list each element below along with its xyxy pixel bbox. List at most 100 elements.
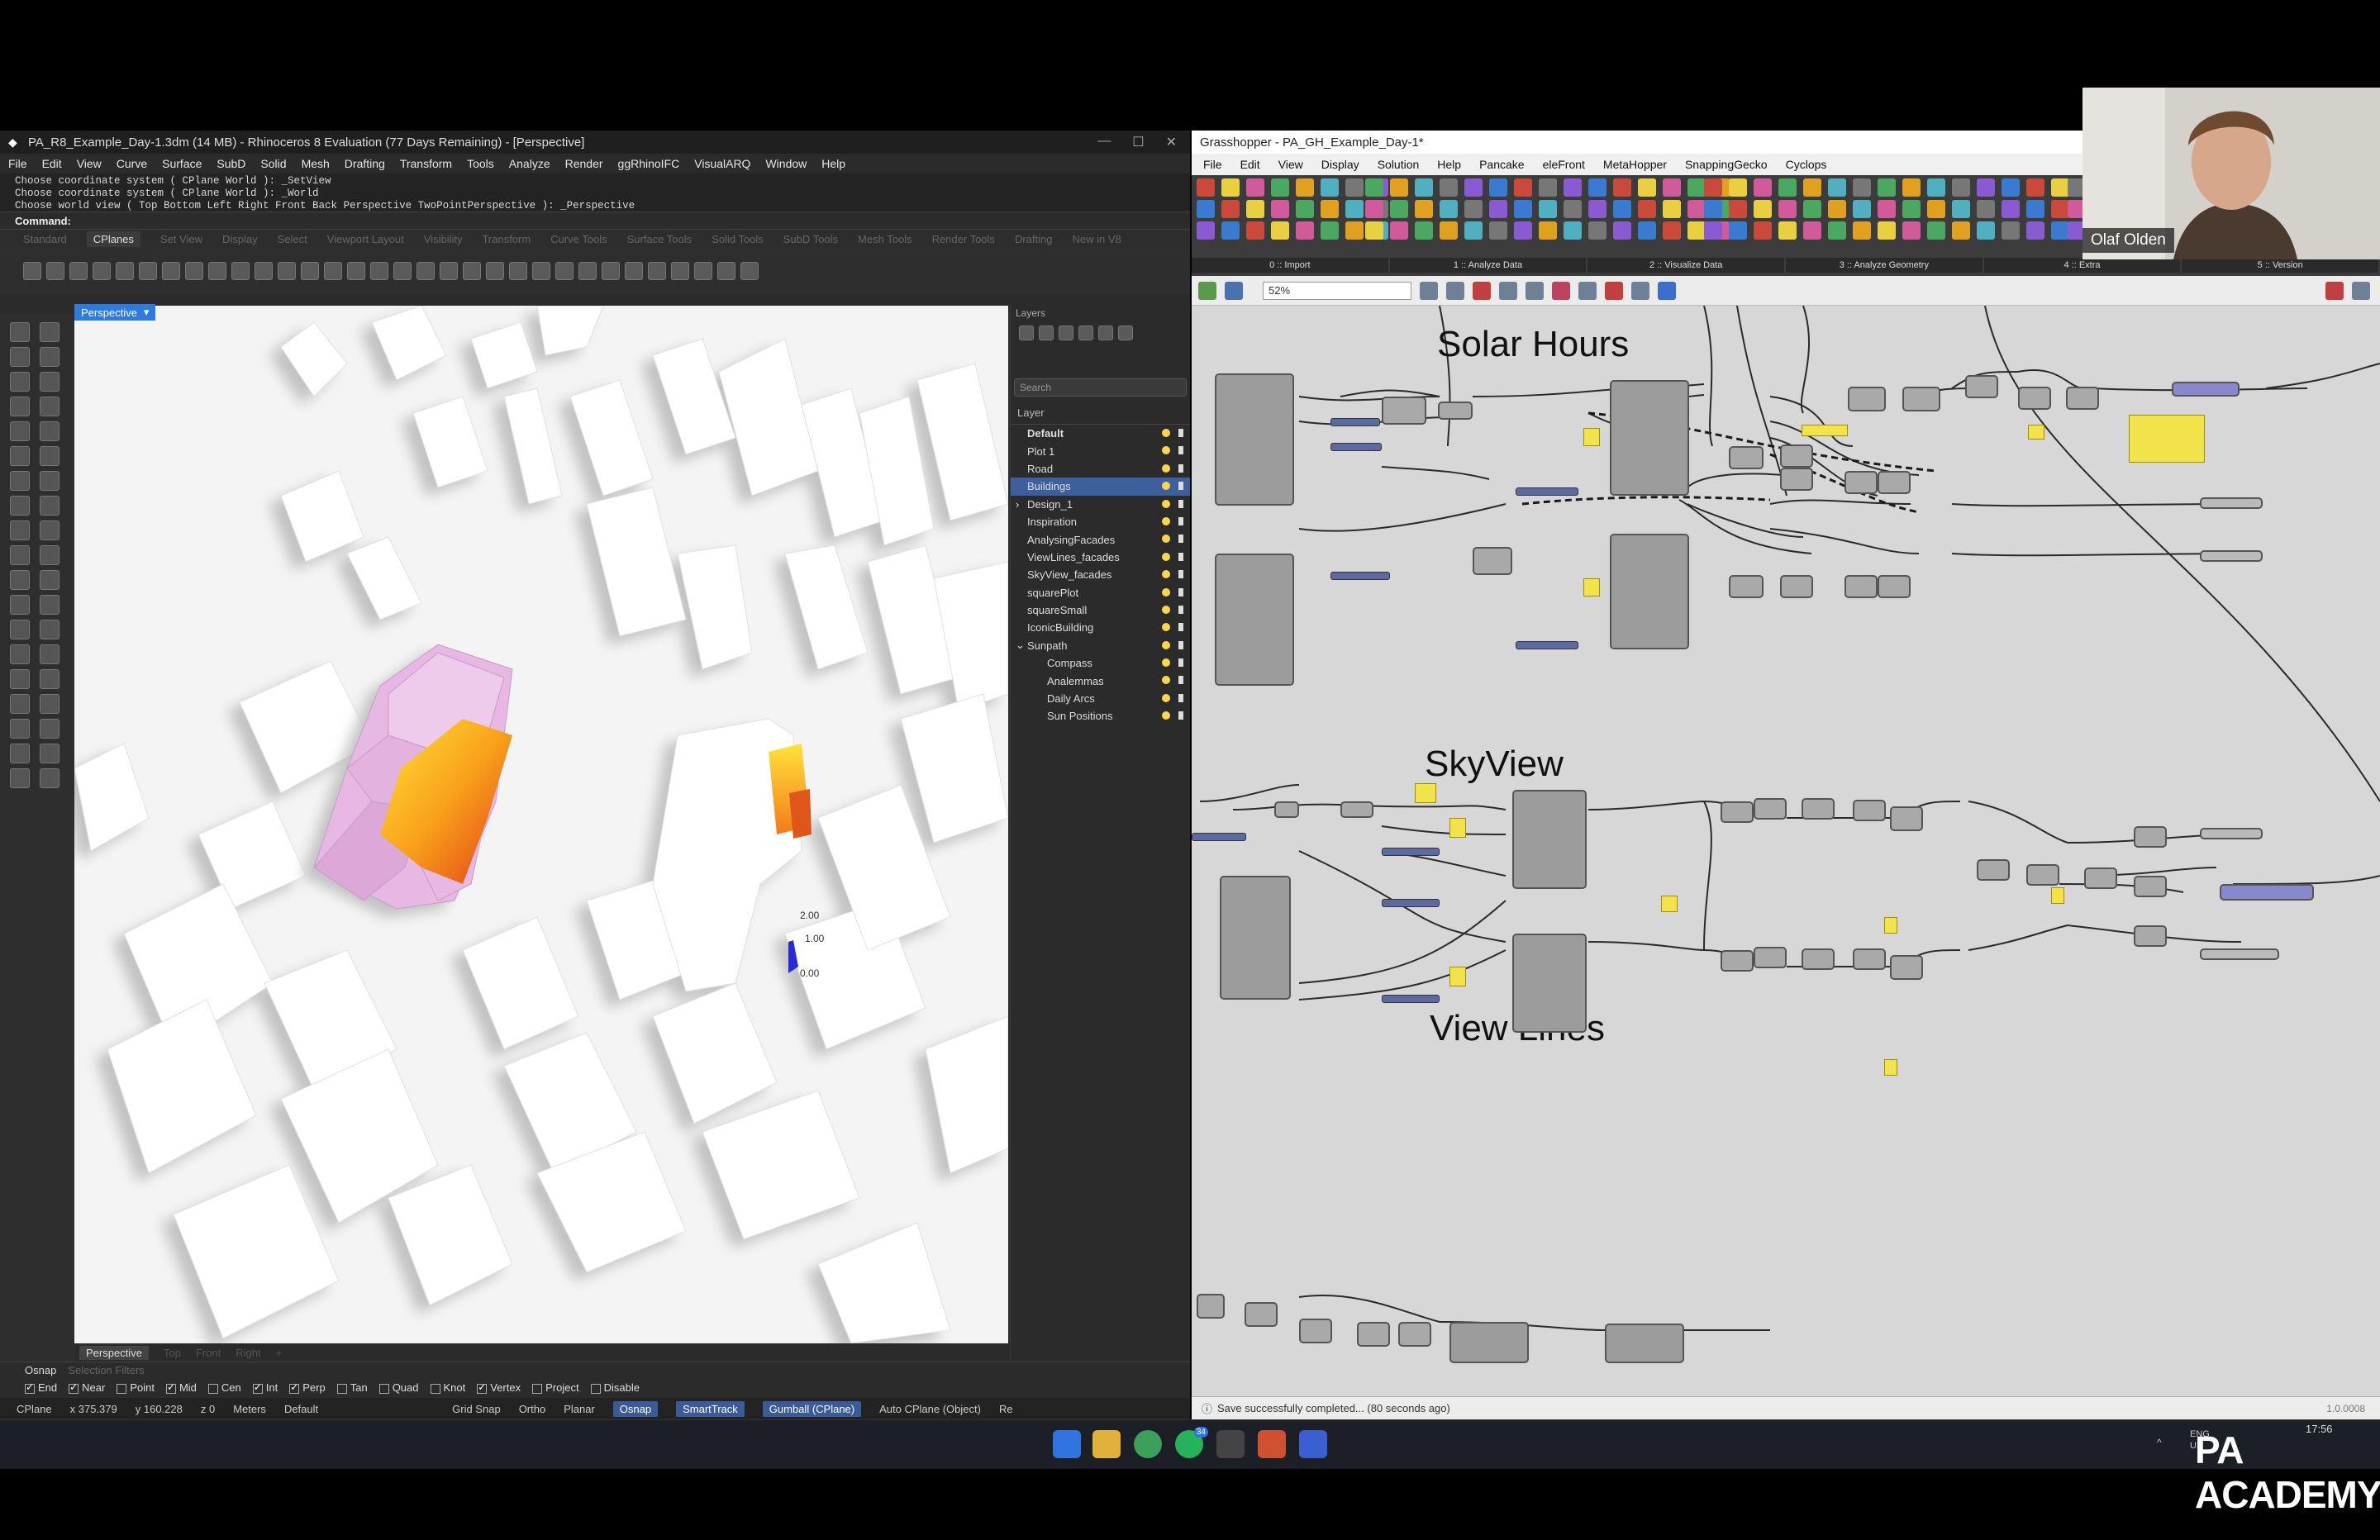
gh-component[interactable]	[1245, 1302, 1278, 1327]
toolbar-tool-icon[interactable]	[463, 262, 481, 280]
gh-component-location[interactable]	[1215, 554, 1294, 686]
gh-component[interactable]	[1398, 1322, 1431, 1347]
tab-solid-tools[interactable]: Solid Tools	[712, 233, 764, 245]
gh-menu-elefront[interactable]: eleFront	[1543, 158, 1585, 171]
tool-icon[interactable]	[40, 372, 60, 392]
tab-transform[interactable]: Transform	[482, 233, 531, 245]
osnap-quad[interactable]: Quad	[378, 1381, 419, 1394]
gh-panel-output[interactable]	[2220, 884, 2314, 901]
component-icon[interactable]	[1415, 178, 1433, 197]
tool-icon[interactable]	[40, 496, 60, 516]
gh-component-direct-sun-hours[interactable]	[1610, 380, 1689, 496]
tool-icon[interactable]	[10, 644, 30, 664]
chevron-down-icon[interactable]: ▾	[144, 306, 150, 319]
component-icon[interactable]	[1221, 200, 1240, 218]
gh-component[interactable]	[1890, 806, 1923, 831]
layer-row[interactable]: Buildings	[1011, 478, 1190, 496]
component-icon[interactable]	[1927, 221, 1945, 240]
gh-panel-output[interactable]	[2200, 948, 2279, 960]
toolbar-tool-icon[interactable]	[23, 262, 41, 280]
component-icon[interactable]	[1345, 200, 1364, 218]
component-icon[interactable]	[1489, 221, 1507, 240]
component-icon[interactable]	[1221, 178, 1240, 197]
component-icon[interactable]	[1754, 178, 1772, 197]
component-icon[interactable]	[1729, 178, 1747, 197]
gh-component[interactable]	[1299, 1319, 1332, 1343]
gh-component[interactable]	[1729, 575, 1764, 598]
gh-panel-output[interactable]	[2172, 382, 2240, 397]
ribbon-group-label[interactable]: 0 :: Import	[1192, 258, 1390, 273]
tool-icon[interactable]	[10, 669, 30, 689]
osnap-tab[interactable]: Selection Filters	[68, 1364, 144, 1376]
layer-row[interactable]: squareSmall	[1011, 601, 1190, 619]
gh-number-slider[interactable]	[1330, 572, 1390, 580]
component-icon[interactable]	[2051, 221, 2069, 240]
gh-canvas[interactable]: Solar Hours SkyView View Lines	[1192, 306, 2380, 1396]
menu-item-view[interactable]: View	[77, 157, 102, 170]
visibility-bulb-icon[interactable]	[1162, 676, 1170, 685]
component-icon[interactable]	[2002, 221, 2020, 240]
toolbar-tool-icon[interactable]	[648, 262, 666, 280]
layer-row[interactable]: › Design_1	[1011, 496, 1190, 513]
component-icon[interactable]	[1729, 221, 1747, 240]
lock-icon[interactable]	[1178, 587, 1183, 597]
osnap-mid[interactable]: Mid	[165, 1381, 197, 1394]
cplane-label[interactable]: CPlane	[17, 1403, 52, 1415]
osnap-toggle[interactable]: Osnap	[612, 1400, 659, 1417]
gh-component[interactable]	[1754, 947, 1787, 968]
disable-icon[interactable]	[1605, 281, 1623, 300]
gh-menu-file[interactable]: File	[1203, 158, 1222, 171]
current-layer[interactable]: Default	[284, 1403, 318, 1415]
toolbar-tool-icon[interactable]	[139, 262, 157, 280]
menu-item-subd[interactable]: SubD	[217, 157, 245, 170]
toolbar-tool-icon[interactable]	[185, 262, 203, 280]
component-icon[interactable]	[1588, 221, 1606, 240]
component-icon[interactable]	[1952, 221, 1970, 240]
component-icon[interactable]	[2002, 200, 2020, 218]
tool-icon[interactable]	[10, 372, 30, 392]
component-icon[interactable]	[1321, 200, 1339, 218]
component-icon[interactable]	[1564, 178, 1582, 197]
osnap-near[interactable]: Near	[69, 1381, 105, 1394]
tool-icon[interactable]	[40, 719, 60, 739]
lock-icon[interactable]	[1178, 693, 1183, 702]
component-icon[interactable]	[1754, 200, 1772, 218]
tool-icon[interactable]	[10, 520, 30, 540]
gh-component[interactable]	[2134, 876, 2167, 897]
menu-item-analyze[interactable]: Analyze	[509, 157, 550, 170]
layer-row[interactable]: SkyView_facades	[1011, 566, 1190, 583]
tool-icon[interactable]	[40, 744, 60, 763]
component-icon[interactable]	[1415, 221, 1433, 240]
menu-item-edit[interactable]: Edit	[42, 157, 62, 170]
component-icon[interactable]	[1687, 221, 1706, 240]
gh-component[interactable]	[1197, 1294, 1225, 1319]
save-file-icon[interactable]	[1225, 281, 1243, 300]
gh-number-slider[interactable]	[1382, 995, 1440, 1003]
component-icon[interactable]	[1853, 221, 1871, 240]
viewport-tab[interactable]: Perspective ▾	[74, 304, 156, 321]
checkbox[interactable]	[378, 1383, 389, 1394]
tool-icon[interactable]	[40, 644, 60, 664]
component-icon[interactable]	[1663, 178, 1681, 197]
tray-up-icon[interactable]: ^	[2157, 1437, 2162, 1448]
menu-item-window[interactable]: Window	[765, 157, 807, 170]
component-icon[interactable]	[1878, 221, 1896, 240]
rhino-taskbar-icon[interactable]	[1216, 1430, 1245, 1458]
toolbar-tool-icon[interactable]	[509, 262, 527, 280]
component-icon[interactable]	[1729, 200, 1747, 218]
layer-row[interactable]: Road	[1011, 460, 1190, 478]
close-icon[interactable]: ✕	[1166, 134, 1177, 150]
component-icon[interactable]	[1564, 200, 1582, 218]
viewport-tab-top[interactable]: Top	[164, 1347, 181, 1359]
toolbar-tool-icon[interactable]	[347, 262, 365, 280]
component-icon[interactable]	[1221, 221, 1240, 240]
tab-select[interactable]: Select	[278, 233, 307, 245]
component-icon[interactable]	[1687, 178, 1706, 197]
lock-icon[interactable]	[1178, 535, 1183, 544]
tool-icon[interactable]	[10, 446, 30, 466]
tool-icon[interactable]	[40, 694, 60, 714]
component-icon[interactable]	[2026, 178, 2044, 197]
gh-component-direct-sun-hours-2[interactable]	[1610, 534, 1689, 649]
component-icon[interactable]	[1271, 200, 1289, 218]
tool-icon[interactable]	[40, 397, 60, 416]
